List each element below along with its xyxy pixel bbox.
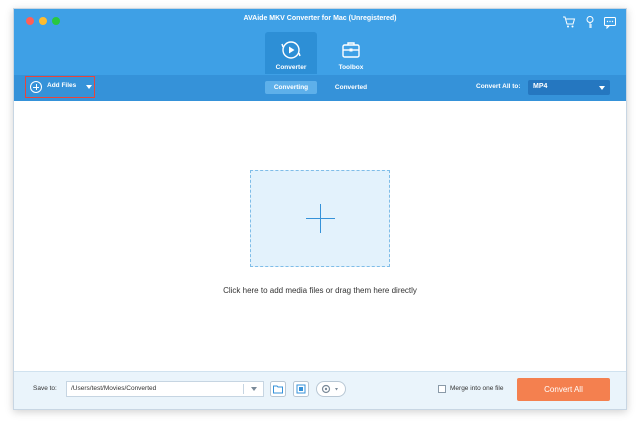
plus-icon-vertical <box>320 204 321 233</box>
tab-converter[interactable]: Converter <box>265 32 317 74</box>
drop-hint-text: Click here to add media files or drag th… <box>223 286 417 295</box>
settings-dropdown[interactable] <box>316 381 346 397</box>
converter-icon <box>281 41 301 59</box>
tab-converter-label: Converter <box>275 64 307 71</box>
chevron-down-icon[interactable] <box>86 85 92 89</box>
key-icon[interactable] <box>583 15 597 29</box>
gear-icon <box>321 384 338 394</box>
tab-toolbox[interactable]: Toolbox <box>325 32 377 74</box>
add-files-button[interactable]: Add Files <box>25 76 95 98</box>
chevron-down-icon <box>599 86 605 90</box>
toolbox-icon <box>342 42 360 58</box>
save-to-label: Save to: <box>33 385 57 392</box>
convert-all-to-label: Convert All to: <box>476 83 521 90</box>
open-folder-icon[interactable] <box>270 381 286 397</box>
add-files-dropzone[interactable] <box>250 170 390 267</box>
tab-toolbox-label: Toolbox <box>338 64 364 71</box>
tab-converted[interactable]: Converted <box>325 81 377 94</box>
save-path-value: /Users/test/Movies/Converted <box>71 385 157 392</box>
hardware-acceleration-icon[interactable] <box>293 381 309 397</box>
output-format-select[interactable]: MP4 <box>528 80 610 95</box>
title-bar: AVAide MKV Converter for Mac (Unregister… <box>14 9 626 75</box>
app-window: AVAide MKV Converter for Mac (Unregister… <box>13 8 627 410</box>
divider <box>243 384 244 394</box>
output-format-value: MP4 <box>533 83 548 90</box>
tab-converting[interactable]: Converting <box>265 81 317 94</box>
add-files-label: Add Files <box>47 82 77 89</box>
window-title: AVAide MKV Converter for Mac (Unregister… <box>243 15 397 22</box>
merge-label: Merge into one file <box>450 385 504 392</box>
chevron-down-icon[interactable] <box>251 387 257 391</box>
add-circle-icon <box>30 81 42 93</box>
save-path-field[interactable]: /Users/test/Movies/Converted <box>66 381 264 397</box>
convert-all-button[interactable]: Convert All <box>517 378 610 401</box>
chat-icon[interactable] <box>603 15 617 29</box>
cart-icon[interactable] <box>562 15 576 29</box>
merge-checkbox[interactable] <box>438 385 446 393</box>
main-area: Click here to add media files or drag th… <box>14 101 626 371</box>
bottom-bar: Save to: /Users/test/Movies/Converted Me… <box>14 371 626 409</box>
toolbar: Add Files Converting Converted Convert A… <box>14 75 626 101</box>
